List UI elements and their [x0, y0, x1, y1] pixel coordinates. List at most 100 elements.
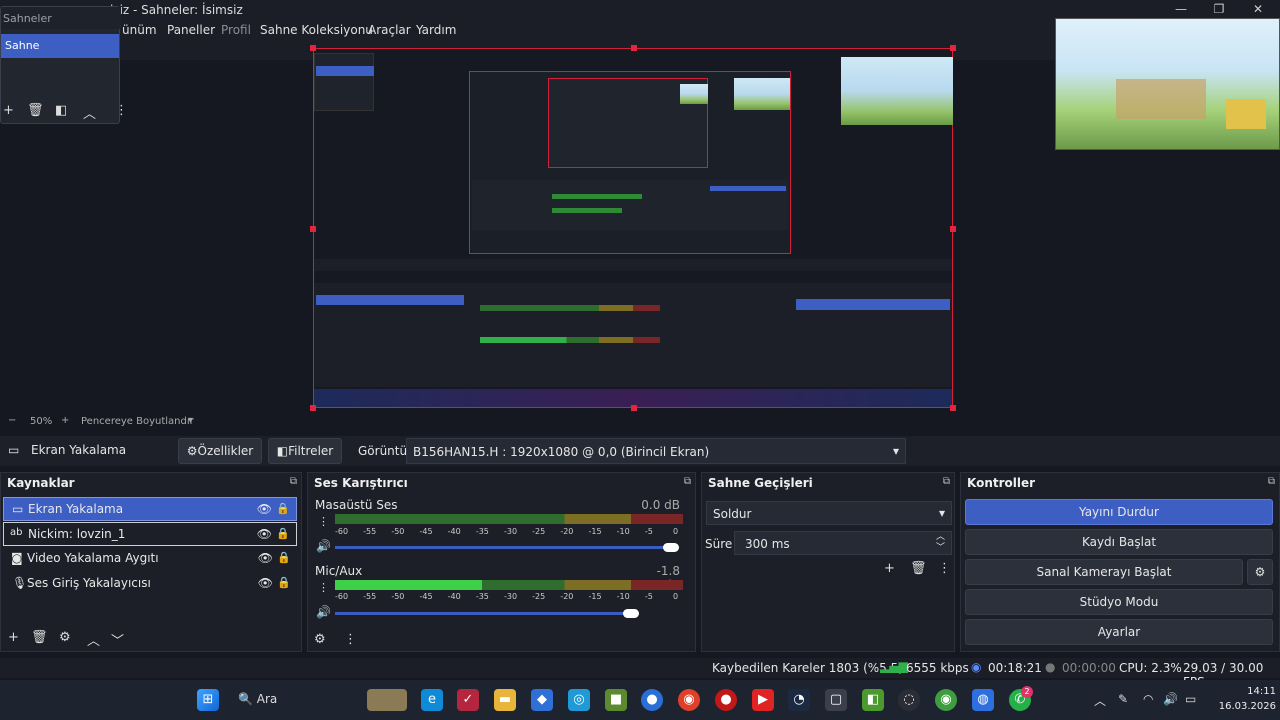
spin-arrows-icon[interactable]: ︿ ﹀: [936, 532, 945, 554]
virtual-camera-gear-icon[interactable]: ⚙: [1247, 559, 1273, 585]
chevron-down-icon[interactable]: ▾: [188, 415, 193, 426]
speaker-icon[interactable]: 🔊: [316, 539, 331, 553]
taskbar-search[interactable]: 🔍 Ara: [232, 689, 342, 711]
source-item-camera[interactable]: ◙ Video Yakalama Aygıtı 👁 🔒: [3, 547, 297, 571]
app-icon[interactable]: ●: [641, 689, 663, 711]
advanced-audio-gear-icon[interactable]: ⚙: [314, 632, 326, 647]
undock-icon[interactable]: ⧉: [290, 476, 297, 487]
menu-profile[interactable]: Profil: [221, 23, 251, 37]
clock-time[interactable]: 14:11: [1226, 686, 1276, 697]
display-select[interactable]: B156HAN15.H : 1920x1080 @ 0,0 (Birincil …: [406, 438, 906, 464]
menu-docks[interactable]: Paneller: [167, 23, 215, 37]
more-icon[interactable]: ⋮: [318, 581, 329, 594]
menu-view[interactable]: ünüm: [122, 23, 157, 37]
undock-icon[interactable]: ⧉: [943, 476, 950, 487]
start-recording-button[interactable]: Kaydı Başlat: [965, 529, 1273, 555]
wifi-icon[interactable]: ◠: [1143, 692, 1153, 706]
eye-icon[interactable]: 👁: [258, 551, 273, 565]
widgets-icon[interactable]: [367, 689, 407, 711]
eye-icon[interactable]: 👁: [258, 576, 273, 590]
trash-icon[interactable]: 🗑: [27, 103, 44, 118]
app-icon[interactable]: ◎: [568, 689, 590, 711]
obs-icon[interactable]: ◌: [898, 689, 920, 711]
fit-window-label[interactable]: Pencereye Boyutlandır: [81, 416, 194, 427]
more-icon[interactable]: ⋮: [115, 103, 128, 118]
close-button[interactable]: ✕: [1243, 2, 1273, 18]
chevron-up-icon[interactable]: ︿: [1094, 692, 1106, 709]
menu-help[interactable]: Yardım: [416, 23, 456, 37]
pen-icon[interactable]: ✎: [1118, 692, 1128, 706]
lock-icon[interactable]: 🔒: [277, 551, 291, 564]
edge-icon[interactable]: e: [421, 689, 443, 711]
transition-select[interactable]: Soldur ▾: [706, 501, 952, 525]
volume-knob-mic[interactable]: [622, 609, 639, 618]
source-item-mic[interactable]: 🎙 Ses Giriş Yakalayıcısı 👁 🔒: [3, 572, 297, 596]
add-scene-icon[interactable]: +: [3, 103, 14, 118]
eye-icon[interactable]: 👁: [257, 527, 272, 541]
clock-date[interactable]: 16.03.2026: [1206, 701, 1276, 712]
zoom-in-button[interactable]: +: [61, 415, 69, 426]
duration-input[interactable]: 300 ms ︿ ﹀: [734, 531, 952, 555]
menu-scene-collection[interactable]: Sahne Koleksiyonu: [260, 23, 373, 37]
lock-icon[interactable]: 🔒: [276, 527, 290, 540]
source-item-screen[interactable]: ▭ Ekran Yakalama 👁 🔒: [3, 497, 297, 521]
scene-item[interactable]: Sahne: [1, 34, 119, 58]
chrome-profile-icon[interactable]: ◉: [935, 689, 957, 711]
filters-button[interactable]: ◧Filtreler: [268, 438, 342, 464]
speaker-icon[interactable]: 🔊: [316, 605, 331, 619]
minimize-button[interactable]: —: [1166, 2, 1196, 18]
minecraft-launcher-icon[interactable]: ◧: [862, 689, 884, 711]
more-icon[interactable]: ⋮: [344, 632, 357, 647]
stop-streaming-button[interactable]: Yayını Durdur: [965, 499, 1273, 525]
chrome-icon[interactable]: ◉: [678, 689, 700, 711]
steam-icon[interactable]: ◔: [788, 689, 810, 711]
resize-handle-tl[interactable]: [310, 45, 316, 51]
more-icon[interactable]: ⋮: [318, 515, 329, 528]
trash-icon[interactable]: 🗑: [910, 561, 927, 576]
resize-handle-tr[interactable]: [950, 45, 956, 51]
add-source-icon[interactable]: +: [8, 630, 19, 645]
zoom-icon[interactable]: ◍: [972, 689, 994, 711]
maximize-button[interactable]: ❐: [1204, 2, 1234, 18]
preview-canvas[interactable]: [310, 45, 956, 411]
youtube-icon[interactable]: ▶: [752, 689, 774, 711]
properties-button[interactable]: ⚙Özellikler: [178, 438, 262, 464]
battery-icon[interactable]: ▭: [1185, 692, 1196, 706]
gear-icon[interactable]: ⚙: [59, 630, 71, 645]
store-icon[interactable]: ◆: [531, 689, 553, 711]
minecraft-icon[interactable]: ■: [605, 689, 627, 711]
more-icon[interactable]: ⋮: [938, 561, 951, 576]
record-app-icon[interactable]: ●: [715, 689, 737, 711]
file-explorer-icon[interactable]: ▬: [494, 689, 516, 711]
source-item-text[interactable]: ab Nickim: lovzin_1 👁 🔒: [3, 522, 297, 546]
zoom-out-button[interactable]: −: [8, 415, 16, 426]
chevron-up-icon[interactable]: ︿: [83, 103, 96, 122]
resize-handle-bl[interactable]: [310, 405, 316, 411]
filter-icon[interactable]: ◧: [55, 103, 67, 118]
app-icon[interactable]: ✓: [457, 689, 479, 711]
lock-icon[interactable]: 🔒: [277, 576, 291, 589]
volume-slider-desktop[interactable]: [335, 546, 671, 549]
app-icon[interactable]: ▢: [825, 689, 847, 711]
undock-icon[interactable]: ⧉: [684, 476, 691, 487]
resize-handle-l[interactable]: [310, 226, 316, 232]
volume-knob-desktop[interactable]: [663, 543, 679, 552]
eye-icon[interactable]: 👁: [257, 502, 272, 516]
undock-icon[interactable]: ⧉: [1268, 476, 1275, 487]
chevron-up-icon[interactable]: ︿: [87, 630, 100, 649]
resize-handle-r[interactable]: [950, 226, 956, 232]
resize-handle-b[interactable]: [631, 405, 637, 411]
volume-slider-mic[interactable]: [335, 612, 631, 615]
trash-icon[interactable]: 🗑: [31, 630, 48, 645]
settings-button[interactable]: Ayarlar: [965, 619, 1273, 645]
resize-handle-t[interactable]: [631, 45, 637, 51]
windows-start-icon[interactable]: ⊞: [197, 689, 219, 711]
resize-handle-br[interactable]: [950, 405, 956, 411]
chevron-down-icon[interactable]: ﹀: [111, 630, 124, 649]
volume-icon[interactable]: 🔊: [1163, 692, 1178, 706]
menu-tools[interactable]: Araçlar: [368, 23, 411, 37]
add-transition-icon[interactable]: +: [884, 561, 895, 576]
lock-icon[interactable]: 🔒: [276, 502, 290, 515]
start-virtual-camera-button[interactable]: Sanal Kamerayı Başlat: [965, 559, 1243, 585]
studio-mode-button[interactable]: Stüdyo Modu: [965, 589, 1273, 615]
